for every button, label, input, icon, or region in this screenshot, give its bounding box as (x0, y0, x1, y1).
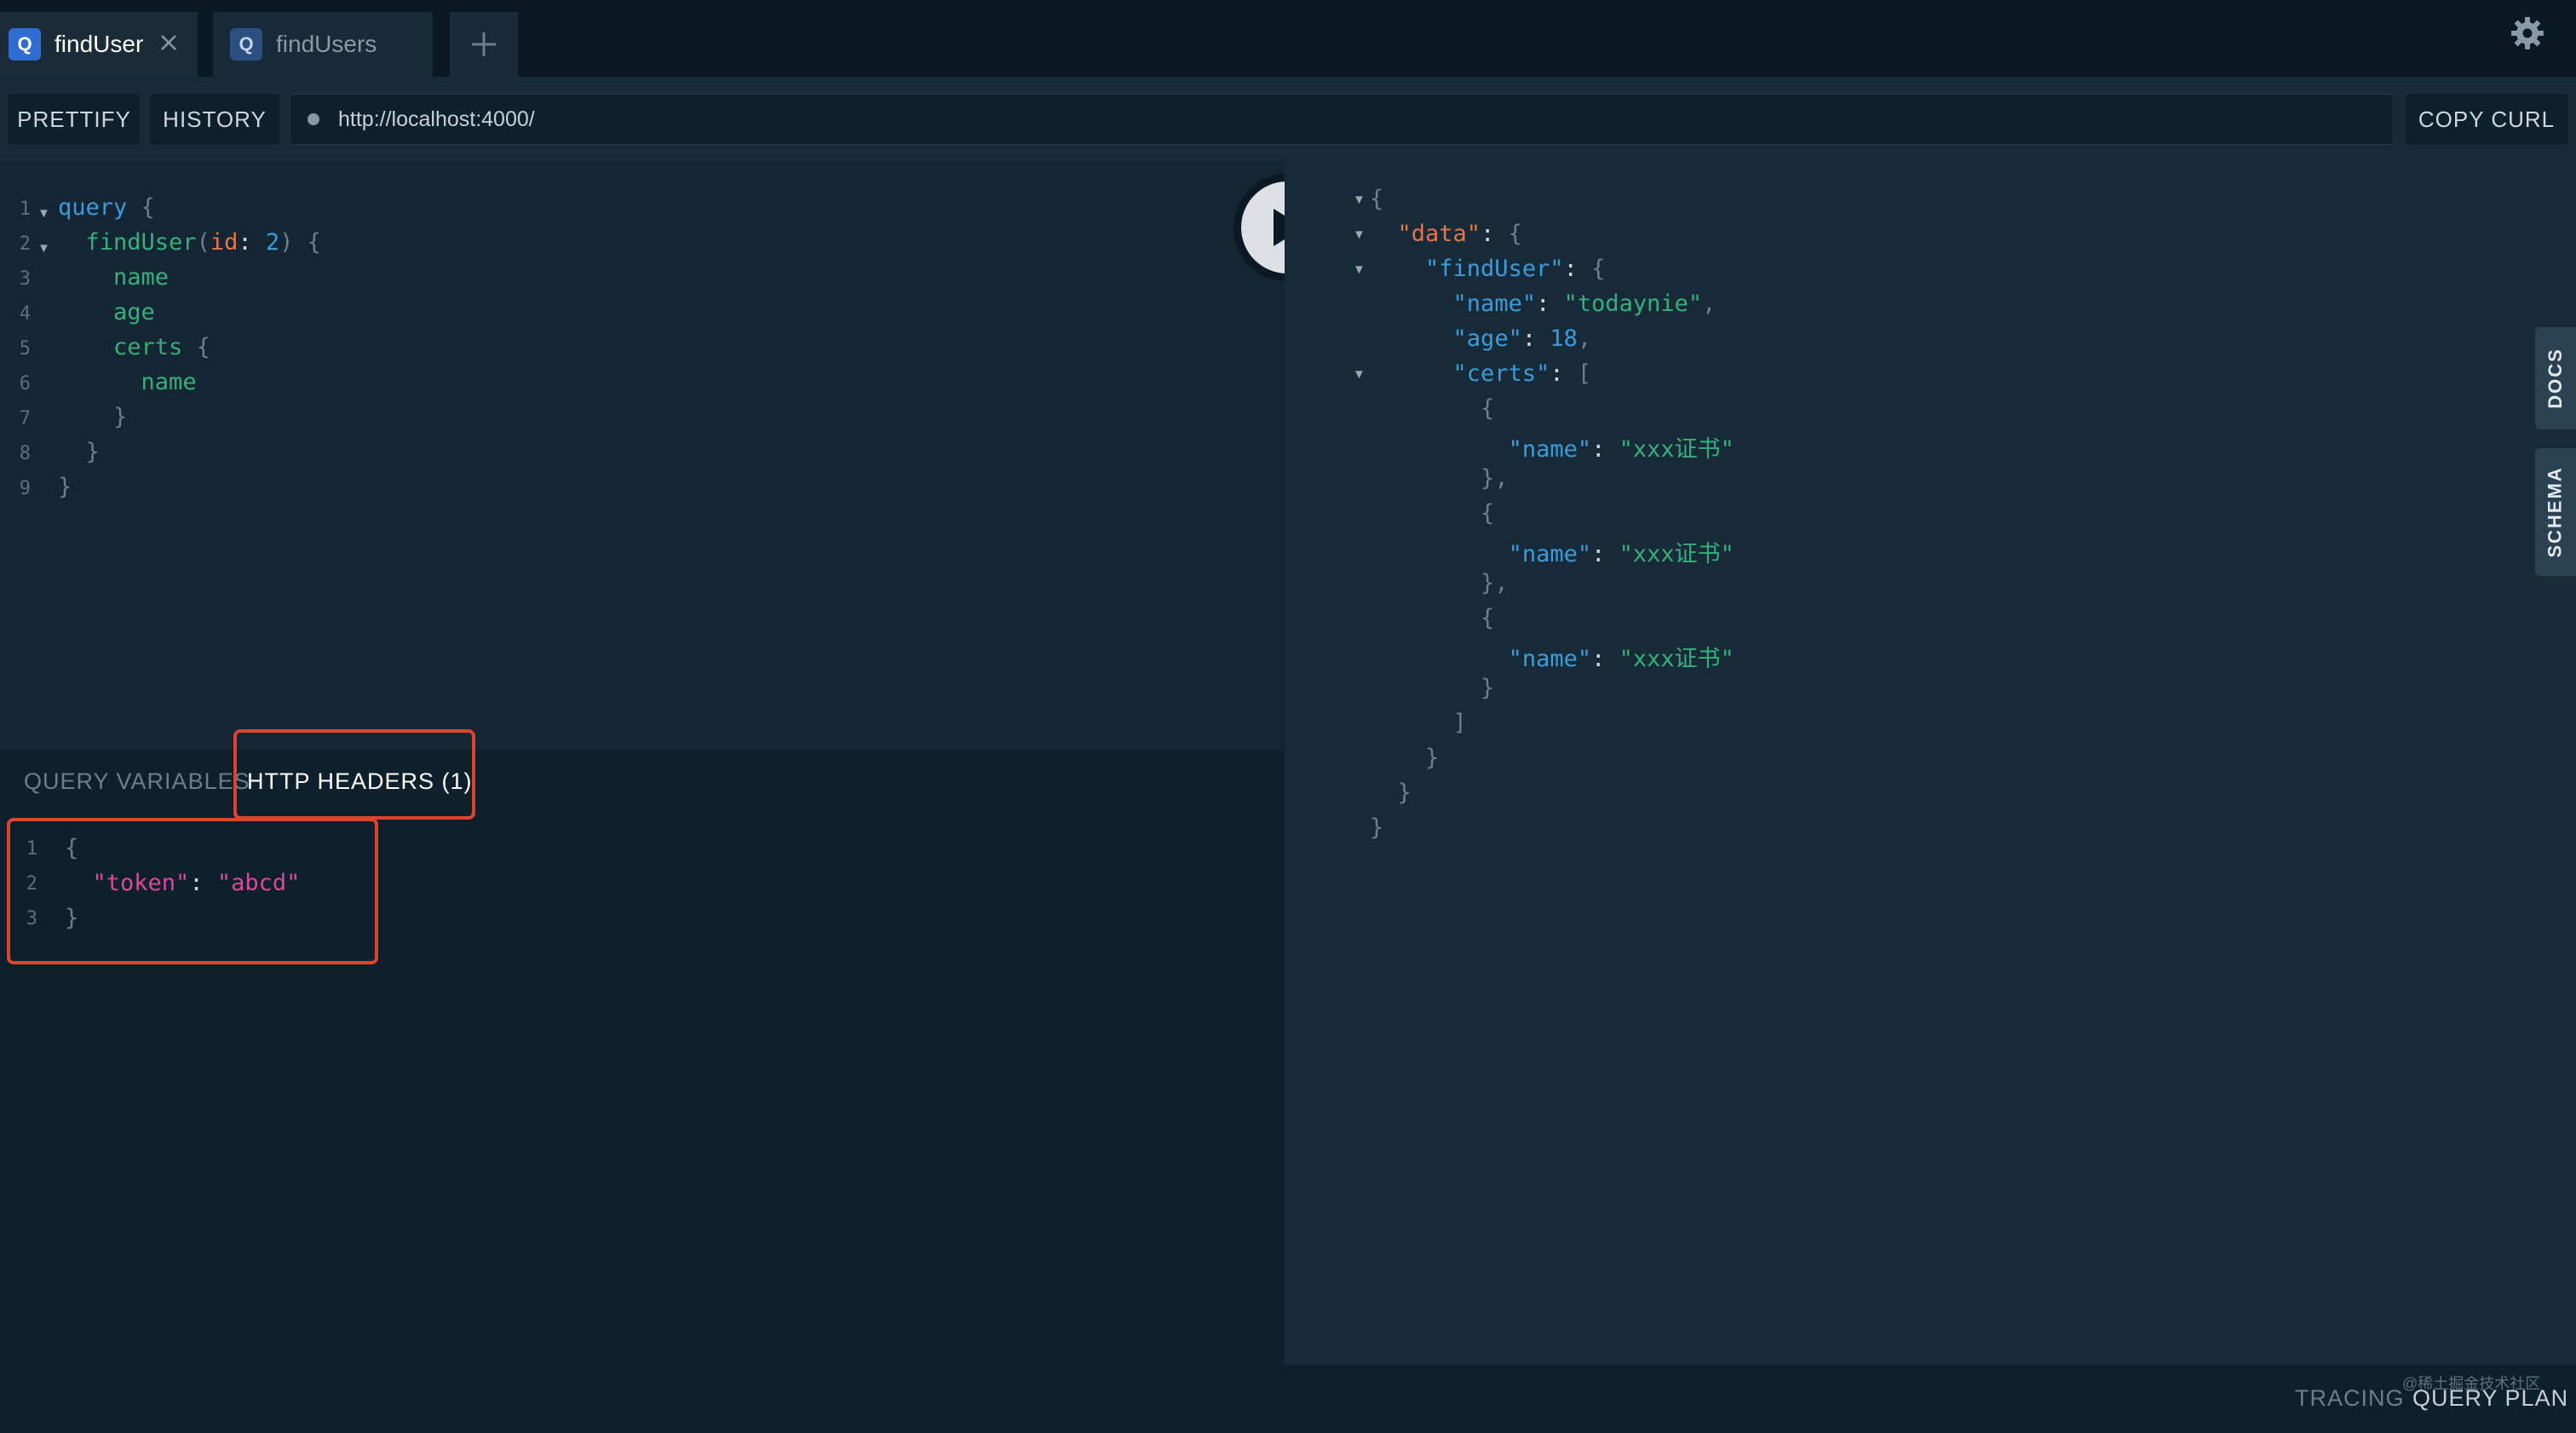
variables-tabs: QUERY VARIABLES HTTP HEADERS (1) (0, 750, 1285, 818)
code-line: } (85, 439, 100, 465)
query-badge-icon: Q (9, 28, 41, 60)
code-line: } (1397, 780, 1412, 806)
code-line: } (1370, 814, 1384, 841)
code-line: ] (1452, 710, 1467, 736)
code-line: "age": 18, (1452, 325, 1592, 352)
highlight-box-headers-tab (233, 729, 475, 820)
code-line: }, (1481, 570, 1509, 596)
line-number: 3 (19, 268, 31, 290)
fold-toggle-icon[interactable]: ▼ (1353, 193, 1366, 207)
line-number: 9 (19, 478, 31, 499)
code-line: "certs": [ (1452, 360, 1592, 387)
code-line: "name": "xxx证书" (1508, 541, 1734, 567)
query-editor[interactable]: 1 2 3 4 5 6 7 8 9 ▼ ▼ query { findUser(i… (0, 162, 1285, 750)
code-line: "name": "xxx证书" (1508, 436, 1734, 463)
code-line: } (1425, 745, 1440, 771)
line-number: 5 (19, 338, 31, 360)
docs-tab[interactable]: DOCS (2535, 327, 2576, 429)
close-icon[interactable] (157, 31, 181, 55)
query-plan-tab[interactable]: QUERY PLAN (2412, 1385, 2568, 1412)
history-button[interactable]: HISTORY (150, 94, 279, 145)
tracing-tab[interactable]: TRACING (2295, 1385, 2405, 1412)
fold-toggle-icon[interactable]: ▼ (37, 241, 50, 256)
code-line: { (1481, 500, 1495, 527)
code-line: } (58, 474, 72, 500)
line-number: 6 (19, 373, 31, 394)
code-line: { (1481, 395, 1495, 422)
result-viewer[interactable]: { "data": { "findUser": { "name": "today… (1285, 162, 2576, 1365)
line-number: 4 (19, 303, 31, 325)
code-line: age (113, 299, 155, 325)
code-line: findUser(id: 2) { (85, 229, 321, 256)
endpoint-url-text: http://localhost:4000/ (338, 106, 535, 131)
highlight-box-headers-content (7, 818, 378, 964)
code-line: { (1370, 186, 1384, 212)
prettify-button[interactable]: PRETTIFY (9, 94, 140, 145)
code-line: query { (58, 194, 155, 221)
code-line: "name": "xxx证书" (1508, 646, 1734, 672)
fold-toggle-icon[interactable]: ▼ (1353, 227, 1366, 242)
plus-icon (472, 32, 496, 56)
code-line: }, (1481, 465, 1509, 492)
schema-tab[interactable]: SCHEMA (2535, 448, 2576, 576)
gear-icon[interactable] (2510, 15, 2545, 51)
code-line: } (1481, 675, 1495, 701)
code-line: certs { (113, 334, 210, 360)
tab-label: findUser (55, 31, 144, 57)
endpoint-url-input[interactable]: http://localhost:4000/ (290, 94, 2394, 145)
code-line: "data": { (1397, 221, 1522, 247)
tab-label: findUsers (276, 31, 377, 57)
fold-toggle-icon[interactable]: ▼ (1353, 367, 1366, 382)
fold-toggle-icon[interactable]: ▼ (37, 206, 50, 221)
code-line: } (113, 404, 128, 430)
code-line: "findUser": { (1425, 256, 1606, 282)
connection-status-icon (308, 113, 319, 125)
docs-tab-label: DOCS (2544, 348, 2566, 409)
footer: TRACING @稀土掘金技术社区 QUERY PLAN (1285, 1365, 2576, 1433)
tab-find-users[interactable]: Q findUsers (213, 12, 433, 77)
line-number: 8 (19, 443, 31, 464)
line-number: 7 (19, 408, 31, 429)
toolbar: PRETTIFY HISTORY http://localhost:4000/ … (0, 77, 2576, 162)
query-badge-icon: Q (230, 28, 262, 60)
code-line: "name": "todaynie", (1452, 291, 1716, 317)
tab-bar: Q findUser Q findUsers (0, 0, 2576, 77)
fold-toggle-icon[interactable]: ▼ (1353, 262, 1366, 277)
line-number: 1 (19, 199, 31, 220)
code-line: name (113, 264, 170, 291)
tab-find-user[interactable]: Q findUser (0, 12, 198, 77)
add-tab-button[interactable] (450, 12, 518, 77)
code-line: name (141, 369, 197, 395)
schema-tab-label: SCHEMA (2544, 466, 2566, 558)
line-number: 2 (19, 233, 31, 255)
code-line: { (1481, 605, 1495, 631)
copy-curl-button[interactable]: COPY CURL (2406, 94, 2567, 145)
tab-query-variables[interactable]: QUERY VARIABLES (24, 768, 250, 795)
